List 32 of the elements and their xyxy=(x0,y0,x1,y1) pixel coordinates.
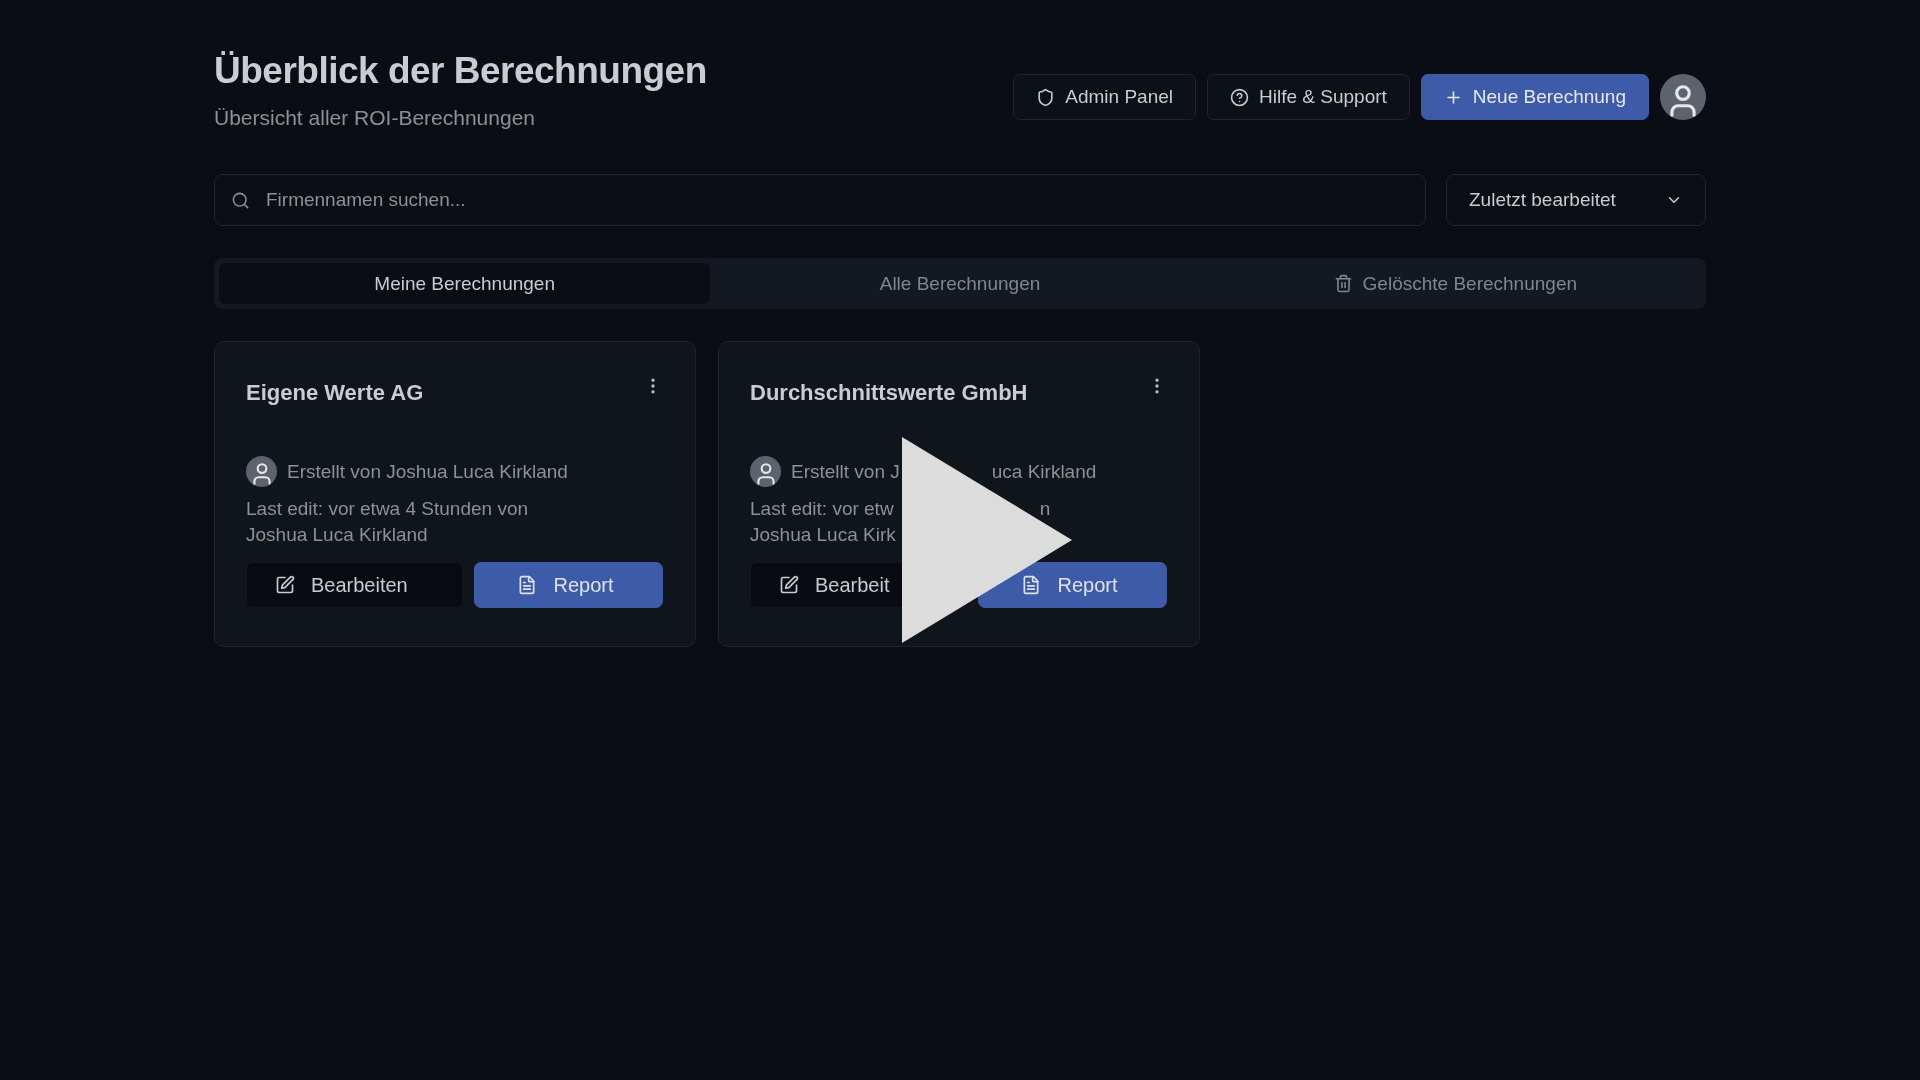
edit-button[interactable]: Bearbeiten xyxy=(246,562,463,608)
tab[interactable]: Gelöschte Berechnungen xyxy=(1209,263,1701,304)
search-field[interactable]: Firmennamen suchen... xyxy=(264,188,1409,212)
card-title: Eigene Werte AG xyxy=(246,380,424,406)
last-edit-text: n xyxy=(1039,497,1051,521)
search-box[interactable]: Firmennamen suchen... xyxy=(214,174,1426,226)
report-button[interactable]: Report xyxy=(474,562,663,608)
action-button[interactable]: Neue Berechnung xyxy=(1420,74,1649,120)
user-avatar[interactable] xyxy=(1660,74,1706,120)
page-title: Überblick der Berechnungen xyxy=(214,50,707,92)
creator-text: Erstellt von J xyxy=(791,459,900,484)
creator-avatar xyxy=(246,456,277,487)
last-edit-text: Last edit: vor etw xyxy=(750,497,894,521)
last-edit-text: Joshua Luca Kirk xyxy=(750,523,896,547)
page-subtitle: Übersicht aller ROI-Berechnungen xyxy=(214,106,536,130)
edit-icon xyxy=(779,575,799,595)
last-edit-text: Last edit: vor etwa 4 Stunden von xyxy=(246,497,528,521)
creator-text: Erstellt von Joshua Luca Kirkland xyxy=(287,459,568,484)
sort-dropdown[interactable]: Zuletzt bearbeitet xyxy=(1446,174,1706,226)
shield-icon xyxy=(1036,87,1056,107)
last-edit-text: Joshua Luca Kirkland xyxy=(246,523,428,547)
edit-icon xyxy=(275,575,295,595)
trash-icon xyxy=(1333,274,1353,293)
action-button[interactable]: Hilfe & Support xyxy=(1207,74,1410,120)
search-icon xyxy=(231,190,250,210)
tab[interactable]: Meine Berechnungen xyxy=(219,263,711,304)
creator-avatar xyxy=(750,456,781,487)
card-title: Durchschnittswerte GmbH xyxy=(750,380,1028,406)
action-button[interactable]: Admin Panel xyxy=(1013,74,1197,120)
creator-text: uca Kirkland xyxy=(991,459,1097,484)
tab[interactable]: Alle Berechnungen xyxy=(714,263,1206,304)
help-icon xyxy=(1230,87,1250,107)
